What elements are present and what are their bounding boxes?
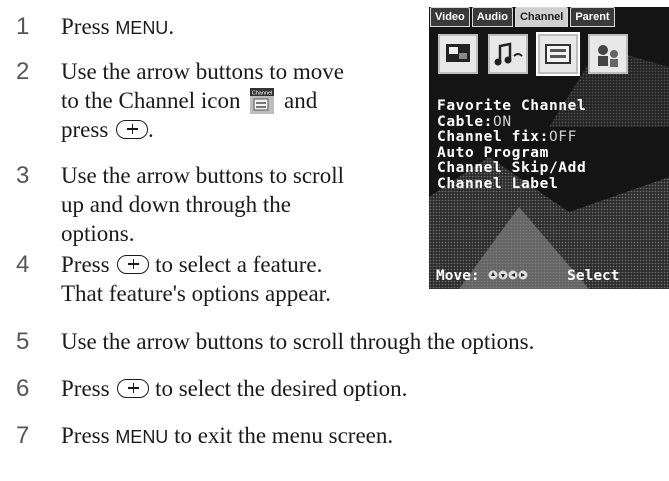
select-button-icon — [116, 120, 149, 139]
step-text: Press to select a feature. That feature'… — [61, 252, 331, 306]
step-number: 4 — [16, 251, 30, 278]
svg-text:Channel: Channel — [252, 91, 273, 97]
step-text: Press MENU to exit the menu screen. — [61, 423, 394, 448]
tv-tab-parent: Parent — [570, 7, 615, 27]
tv-menu-item: Favorite Channel — [437, 98, 587, 114]
move-label: Move: — [436, 268, 480, 284]
step-text: Press to select the desired option. — [61, 376, 408, 401]
select-label: Select — [567, 268, 620, 284]
step-number: 3 — [16, 162, 30, 189]
tv-tab-audio: Audio — [471, 7, 513, 27]
step-text: Use the arrow buttons to scroll through … — [61, 329, 535, 354]
tv-tab-bar: Video Audio Channel Parent — [430, 7, 615, 27]
select-button-icon — [117, 379, 150, 398]
select-button-icon — [117, 255, 150, 274]
video-icon — [438, 34, 478, 74]
channel-icon: Channel — [250, 88, 275, 114]
step-number: 6 — [16, 375, 30, 402]
tv-menu-item: Auto Program — [437, 144, 549, 161]
tv-menu-item: Channel Skip/Add — [437, 160, 587, 176]
step-number: 2 — [16, 58, 30, 85]
step-text: Use the arrow buttons to move to the Cha… — [61, 59, 344, 142]
arrow-buttons-icon — [488, 270, 528, 280]
tv-icon-row — [438, 32, 628, 76]
tv-menu-item: Channel fix:OFF — [437, 129, 577, 145]
audio-icon — [488, 34, 528, 74]
tv-footer: Move: Select — [436, 268, 620, 284]
tv-menu-screenshot: Video Audio Channel Parent Favorite Chan… — [429, 7, 669, 289]
parent-icon — [588, 34, 628, 74]
menu-key-label: MENU — [115, 427, 169, 447]
menu-key-label: MENU — [115, 18, 169, 38]
tv-tab-channel: Channel — [514, 7, 569, 27]
step-text: Use the arrow buttons to scroll up and d… — [61, 163, 344, 246]
tv-menu-list: Favorite Channel Cable:ON Channel fix:OF… — [437, 98, 587, 192]
step-number: 1 — [16, 13, 30, 40]
step-number: 5 — [16, 328, 30, 355]
tv-menu-item: Cable:ON — [437, 113, 512, 130]
step-number: 7 — [16, 422, 30, 449]
tv-tab-video: Video — [430, 7, 470, 27]
channel-icon — [536, 32, 580, 76]
step-text: Press MENU. — [61, 14, 175, 39]
tv-menu-item: Channel Label — [437, 175, 559, 192]
